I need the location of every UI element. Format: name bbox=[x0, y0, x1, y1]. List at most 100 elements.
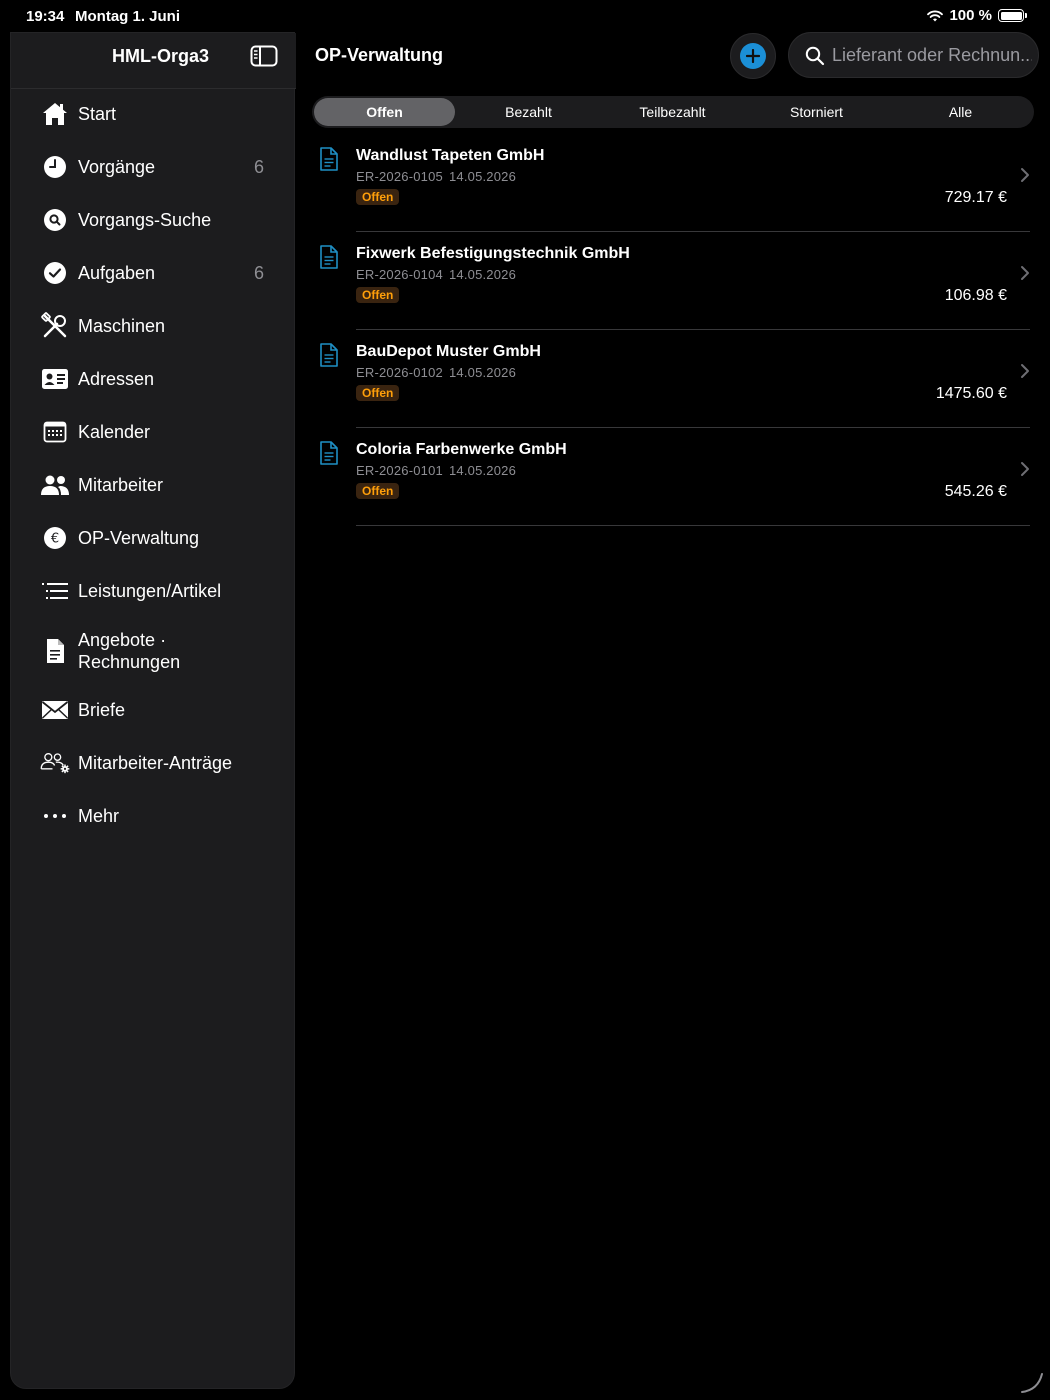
sidebar-item-label: Mitarbeiter-Anträge bbox=[78, 753, 233, 773]
invoice-row[interactable]: Coloria Farbenwerke GmbH ER-2026-0101 14.… bbox=[312, 428, 1034, 526]
sidebar-toggle-button[interactable] bbox=[250, 45, 278, 67]
sidebar-item-count: 6 bbox=[253, 262, 264, 283]
sidebar-item-op-verwaltung[interactable]: € OP-Verwaltung bbox=[11, 513, 296, 563]
tools-icon bbox=[40, 311, 70, 341]
sidebar-item-label: OP-Verwaltung bbox=[78, 528, 200, 548]
invoice-amount: 729.17 € bbox=[944, 189, 1007, 206]
page-title: OP-Verwaltung bbox=[315, 45, 444, 65]
search-circle-icon bbox=[40, 205, 70, 235]
sidebar-item-leistungen-artikel[interactable]: Leistungen/Artikel bbox=[11, 566, 296, 616]
invoice-amount: 1475.60 € bbox=[935, 385, 1007, 402]
status-time: 19:34 bbox=[26, 8, 65, 25]
status-right: 100 % bbox=[927, 7, 1027, 24]
document-icon bbox=[320, 343, 338, 367]
invoice-meta: ER-2026-0102 14.05.2026 bbox=[356, 365, 516, 380]
calendar-icon bbox=[40, 417, 70, 447]
segment-alle[interactable]: Alle bbox=[890, 98, 1031, 126]
search-input[interactable] bbox=[832, 45, 1032, 66]
checkmark-circle-icon bbox=[40, 258, 70, 288]
add-button[interactable] bbox=[730, 33, 776, 79]
status-bar: 19:34 Montag 1. Juni 100 % bbox=[0, 0, 1050, 32]
invoice-number: ER-2026-0104 bbox=[356, 267, 443, 282]
chevron-right-icon bbox=[1021, 364, 1029, 378]
sidebar-item-mehr[interactable]: Mehr bbox=[11, 791, 296, 841]
people-gear-icon bbox=[40, 748, 70, 778]
sidebar-item-mitarbeiter-antraege[interactable]: Mitarbeiter-Anträge bbox=[11, 738, 296, 788]
segment-teilbezahlt[interactable]: Teilbezahlt bbox=[602, 98, 743, 126]
search-bar[interactable] bbox=[788, 32, 1039, 78]
sidebar-item-label: Maschinen bbox=[78, 316, 166, 336]
sidebar: HML-Orga3 Start Vorgänge 6 Vorgangs-Such… bbox=[10, 32, 296, 1389]
vendor-name: BauDepot Muster GmbH bbox=[356, 343, 541, 360]
sidebar-item-maschinen[interactable]: Maschinen bbox=[11, 301, 296, 351]
ellipsis-icon bbox=[40, 801, 70, 831]
segment-storniert[interactable]: Storniert bbox=[746, 98, 887, 126]
svg-text:€: € bbox=[51, 532, 59, 547]
segment-bezahlt[interactable]: Bezahlt bbox=[458, 98, 599, 126]
sidebar-item-aufgaben[interactable]: Aufgaben 6 bbox=[11, 248, 296, 298]
sidebar-item-count: 6 bbox=[253, 156, 264, 177]
vendor-name: Wandlust Tapeten GmbH bbox=[356, 147, 545, 164]
chevron-right-icon bbox=[1021, 462, 1029, 476]
sidebar-item-label: Angebote · Rechnungen bbox=[78, 630, 181, 672]
app-title: HML-Orga3 bbox=[112, 46, 210, 66]
battery-icon bbox=[998, 9, 1027, 22]
status-date: Montag 1. Juni bbox=[75, 8, 180, 25]
invoice-row[interactable]: BauDepot Muster GmbH ER-2026-0102 14.05.2… bbox=[312, 330, 1034, 428]
sidebar-item-label: Start bbox=[78, 104, 117, 124]
invoice-row[interactable]: Wandlust Tapeten GmbH ER-2026-0105 14.05.… bbox=[312, 134, 1034, 232]
plus-circle-icon bbox=[740, 43, 766, 69]
sidebar-item-mitarbeiter[interactable]: Mitarbeiter bbox=[11, 460, 296, 510]
invoice-date: 14.05.2026 bbox=[448, 463, 517, 478]
document-icon bbox=[40, 636, 70, 666]
row-divider bbox=[356, 525, 1030, 526]
status-badge: Offen bbox=[356, 385, 400, 401]
invoice-date: 14.05.2026 bbox=[448, 169, 517, 184]
document-icon bbox=[320, 147, 338, 171]
sidebar-item-start[interactable]: Start bbox=[11, 89, 296, 139]
vendor-name: Coloria Farbenwerke GmbH bbox=[356, 441, 567, 458]
invoice-amount: 545.26 € bbox=[944, 483, 1007, 500]
envelope-icon bbox=[40, 695, 70, 725]
invoice-meta: ER-2026-0105 14.05.2026 bbox=[356, 169, 516, 184]
invoice-meta: ER-2026-0101 14.05.2026 bbox=[356, 463, 516, 478]
sidebar-item-label: Mitarbeiter bbox=[78, 475, 164, 495]
sidebar-item-angebote-rechnungen[interactable]: Angebote · Rechnungen bbox=[11, 619, 296, 683]
invoice-date: 14.05.2026 bbox=[448, 365, 517, 380]
sidebar-item-briefe[interactable]: Briefe bbox=[11, 685, 296, 735]
house-icon bbox=[40, 99, 70, 129]
document-icon bbox=[320, 441, 338, 465]
status-badge: Offen bbox=[356, 287, 400, 303]
sidebar-item-vorgangs-suche[interactable]: Vorgangs-Suche bbox=[11, 195, 296, 245]
sidebar-item-label: Kalender bbox=[78, 422, 151, 442]
sidebar-toggle-icon bbox=[250, 45, 278, 67]
invoice-meta: ER-2026-0104 14.05.2026 bbox=[356, 267, 516, 282]
euro-circle-icon: € bbox=[40, 523, 70, 553]
chevron-right-icon bbox=[1021, 168, 1029, 182]
wifi-icon bbox=[927, 10, 944, 21]
invoice-row[interactable]: Fixwerk Befestigungstechnik GmbH ER-2026… bbox=[312, 232, 1034, 330]
sidebar-item-adressen[interactable]: Adressen bbox=[11, 354, 296, 404]
status-badge: Offen bbox=[356, 483, 400, 499]
document-icon bbox=[320, 245, 338, 269]
sidebar-item-label: Mehr bbox=[78, 806, 120, 826]
sidebar-item-kalender[interactable]: Kalender bbox=[11, 407, 296, 457]
vendor-name: Fixwerk Befestigungstechnik GmbH bbox=[356, 245, 630, 262]
people-icon bbox=[40, 470, 70, 500]
sidebar-item-vorgaenge[interactable]: Vorgänge 6 bbox=[11, 142, 296, 192]
window-resize-handle[interactable] bbox=[1020, 1370, 1044, 1394]
status-segmented-control: Offen Bezahlt Teilbezahlt Storniert Alle bbox=[312, 96, 1034, 128]
invoice-date: 14.05.2026 bbox=[448, 267, 517, 282]
chevron-right-icon bbox=[1021, 266, 1029, 280]
sidebar-item-label: Aufgaben bbox=[78, 263, 156, 283]
invoice-number: ER-2026-0101 bbox=[356, 463, 443, 478]
sidebar-item-label: Leistungen/Artikel bbox=[78, 581, 222, 601]
invoice-number: ER-2026-0102 bbox=[356, 365, 443, 380]
list-icon bbox=[40, 576, 70, 606]
sidebar-item-label: Briefe bbox=[78, 700, 126, 720]
sidebar-item-label: Adressen bbox=[78, 369, 155, 389]
segment-offen[interactable]: Offen bbox=[314, 98, 455, 126]
search-icon bbox=[805, 46, 825, 66]
sidebar-header: HML-Orga3 bbox=[11, 33, 296, 89]
sidebar-item-label: Vorgangs-Suche bbox=[78, 210, 212, 230]
